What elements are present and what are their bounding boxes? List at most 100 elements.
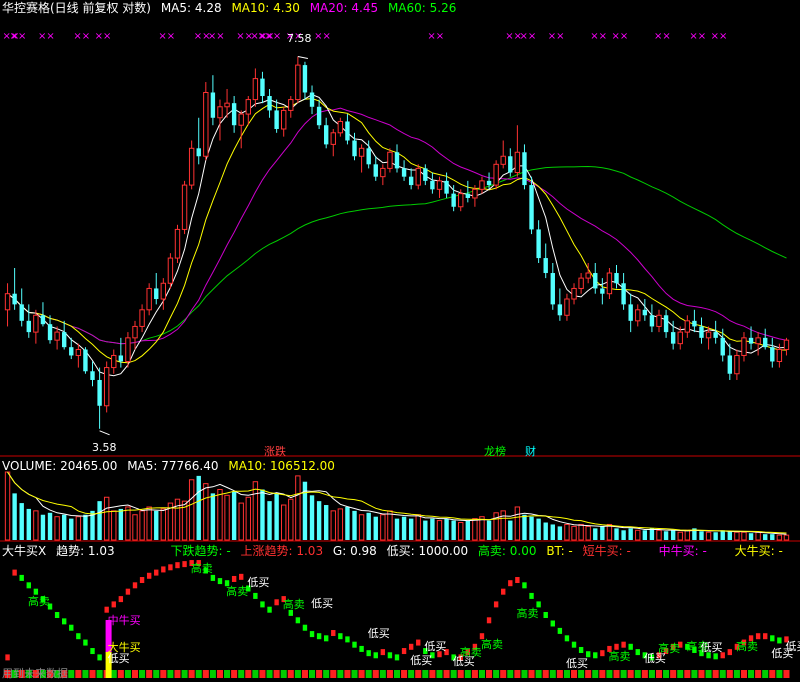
indicator-segment: [260, 601, 265, 608]
indicator-base-block: [705, 670, 712, 678]
candle-body: [281, 109, 287, 130]
volume-bar: [267, 501, 272, 540]
indicator-base-block: [783, 670, 790, 678]
indicator-base-block: [117, 670, 124, 678]
candle-body: [111, 354, 117, 369]
indicator-base-block: [769, 670, 776, 678]
indicator-base-block: [528, 670, 535, 678]
indicator-segment: [387, 652, 393, 659]
volume-bar: [642, 530, 648, 540]
indicator-segment: [373, 652, 378, 659]
volume-bar: [118, 508, 124, 540]
volume-bar: [111, 510, 117, 541]
volume-bar: [33, 510, 39, 541]
candle-body: [238, 113, 244, 126]
candle-body: [776, 349, 783, 362]
indicator-base-block: [712, 670, 719, 678]
indicator-base-block: [677, 670, 684, 678]
indicator-base-block: [266, 670, 273, 678]
candle-body: [578, 277, 584, 289]
indicator-segment: [5, 654, 10, 661]
candle-body: [139, 309, 145, 327]
indicator-segment: [628, 643, 633, 650]
volume-bar: [663, 531, 669, 540]
candle-body: [748, 337, 754, 344]
indicator-base-block: [599, 670, 606, 678]
indicator-base-block: [500, 670, 507, 678]
volume-bar: [614, 528, 619, 540]
candle-body: [635, 309, 641, 322]
event-marker-1: 涨跌: [264, 444, 286, 458]
indicator-segment: [239, 573, 244, 580]
candle-body: [642, 309, 648, 316]
indicator-segment: [323, 635, 329, 642]
indicator-segment: [755, 633, 761, 640]
indicator-base-block: [75, 670, 82, 678]
indicator-segment: [401, 648, 407, 655]
volume-bar: [465, 520, 471, 540]
indicator-segment: [26, 582, 31, 589]
indicator-segment: [763, 633, 768, 640]
volume-bar: [770, 534, 775, 540]
candle-body: [61, 332, 67, 348]
candle-body: [352, 140, 357, 157]
indicator-segment: [486, 617, 492, 624]
volume-bar: [444, 518, 449, 540]
candle-body: [345, 121, 350, 141]
candle-body: [12, 293, 17, 305]
volume-bar: [578, 523, 584, 541]
volume-bar: [741, 531, 747, 541]
volume-bar: [245, 496, 251, 541]
indicator-base-block: [89, 670, 96, 678]
volume-bar: [373, 516, 378, 540]
candle-body: [54, 331, 60, 341]
indicator-segment: [139, 577, 145, 584]
signal-mark: ××: [519, 31, 536, 42]
candle-body: [514, 151, 521, 174]
indicator-segment: [118, 596, 124, 603]
volume-bar: [217, 488, 223, 541]
volume-bar: [394, 518, 400, 540]
volume-bar: [585, 525, 591, 541]
indicator-segment: [316, 633, 322, 640]
indicator-segment: [309, 631, 315, 638]
candle-body: [763, 337, 768, 348]
candle-body: [330, 132, 336, 145]
candle-body: [373, 164, 378, 177]
candle-body: [97, 379, 102, 406]
event-marker-2: 龙榜: [484, 444, 506, 458]
candle-body: [705, 331, 712, 339]
candle-body: [252, 78, 259, 101]
volume-bar: [522, 514, 527, 540]
indicator-base-block: [655, 670, 663, 678]
candle-body: [677, 331, 683, 345]
indicator-segment: [564, 635, 570, 642]
volume-bar: [69, 518, 74, 540]
volume-bar: [783, 534, 790, 541]
indicator-segment: [132, 582, 138, 589]
indicator-segment: [777, 637, 782, 644]
volume-bar: [309, 495, 315, 540]
indicator-segment: [274, 599, 279, 606]
indicator-segment: [345, 636, 350, 643]
indicator-base-block: [273, 670, 280, 678]
indicator-base-block: [139, 670, 146, 678]
indicator-segment: [770, 635, 775, 642]
candle-body: [288, 99, 294, 111]
candle-body: [699, 326, 704, 338]
indicator-base-block: [224, 670, 231, 678]
mid-bull-buy-label: 中牛买: [108, 613, 141, 627]
indicator-segment: [635, 649, 640, 656]
indicator-base-block: [202, 670, 209, 678]
candle-body: [465, 193, 471, 198]
volume-bar: [97, 501, 102, 540]
indicator-base-block: [301, 670, 308, 678]
volume-bar: [203, 483, 209, 541]
indicator-base-block: [514, 670, 521, 678]
ma20-line: [7, 107, 787, 345]
volume-bar: [19, 503, 24, 540]
indicator-segment: [111, 601, 116, 608]
indicator-segment: [231, 575, 237, 582]
indicator-segment: [352, 641, 357, 648]
indicator-base-block: [259, 670, 266, 678]
